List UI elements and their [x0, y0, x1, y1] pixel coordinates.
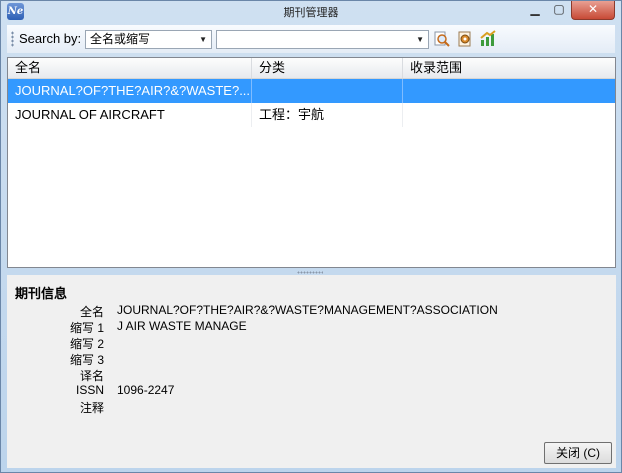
search-icon[interactable] [433, 30, 451, 48]
search-field-value: 全名或缩写 [90, 32, 151, 46]
row-full-name: JOURNAL?OF?THE?AIR?&?WASTE?... [8, 79, 252, 103]
row-coverage [403, 103, 615, 127]
table-row[interactable]: JOURNAL?OF?THE?AIR?&?WASTE?... [8, 79, 615, 103]
column-header-category[interactable]: 分类 [252, 58, 403, 78]
splitter-handle[interactable] [297, 271, 323, 274]
value-abbrev-1: J AIR WASTE MANAGE [117, 319, 247, 333]
close-icon[interactable]: ✕ [571, 1, 615, 20]
value-issn: 1096-2247 [117, 383, 175, 397]
value-full-name: JOURNAL?OF?THE?AIR?&?WASTE?MANAGEMENT?AS… [117, 303, 498, 317]
search-toolbar: Search by: 全名或缩写 ▼ ▼ [7, 25, 615, 53]
row-category: 工程：宇航 [252, 103, 403, 127]
search-input[interactable]: ▼ [216, 30, 429, 49]
minimize-icon[interactable]: ▁ [523, 1, 547, 19]
list-header: 全名 分类 收录范围 [8, 58, 615, 79]
window-controls: ▁ ▢ ✕ [523, 1, 615, 20]
column-header-coverage[interactable]: 收录范围 [403, 58, 615, 78]
label-abbrev-3: 缩写 3 [69, 353, 104, 367]
settings-icon[interactable] [456, 30, 474, 48]
info-heading: 期刊信息 [15, 286, 68, 301]
chevron-down-icon[interactable]: ▼ [199, 31, 207, 48]
journal-manager-window: Ne 期刊管理器 ▁ ▢ ✕ Search by: 全名或缩写 ▼ ▼ 全名 分… [0, 0, 622, 473]
maximize-icon[interactable]: ▢ [547, 1, 571, 19]
table-row[interactable]: JOURNAL OF AIRCRAFT 工程：宇航 [8, 103, 615, 127]
label-translated-name: 译名 [79, 369, 104, 383]
journal-info-panel: 期刊信息 全名 JOURNAL?OF?THE?AIR?&?WASTE?MANAG… [7, 275, 616, 468]
label-notes: 注释 [79, 401, 104, 415]
label-abbrev-2: 缩写 2 [69, 337, 104, 351]
label-issn: ISSN [75, 383, 104, 397]
toolbar-grip[interactable] [11, 31, 14, 47]
journal-list[interactable]: 全名 分类 收录范围 JOURNAL?OF?THE?AIR?&?WASTE?..… [7, 57, 616, 268]
chart-up-icon[interactable] [479, 30, 497, 48]
search-by-label: Search by: [19, 31, 82, 46]
row-coverage [403, 79, 615, 103]
label-full-name: 全名 [79, 305, 104, 319]
column-header-full-name[interactable]: 全名 [8, 58, 252, 78]
search-field-select[interactable]: 全名或缩写 ▼ [85, 30, 212, 49]
row-category [252, 79, 403, 103]
label-abbrev-1: 缩写 1 [69, 321, 104, 335]
row-full-name: JOURNAL OF AIRCRAFT [8, 103, 252, 127]
chevron-down-icon[interactable]: ▼ [416, 31, 424, 48]
close-button[interactable]: 关闭 (C) [544, 442, 612, 464]
title-bar: Ne 期刊管理器 ▁ ▢ ✕ [1, 1, 621, 23]
